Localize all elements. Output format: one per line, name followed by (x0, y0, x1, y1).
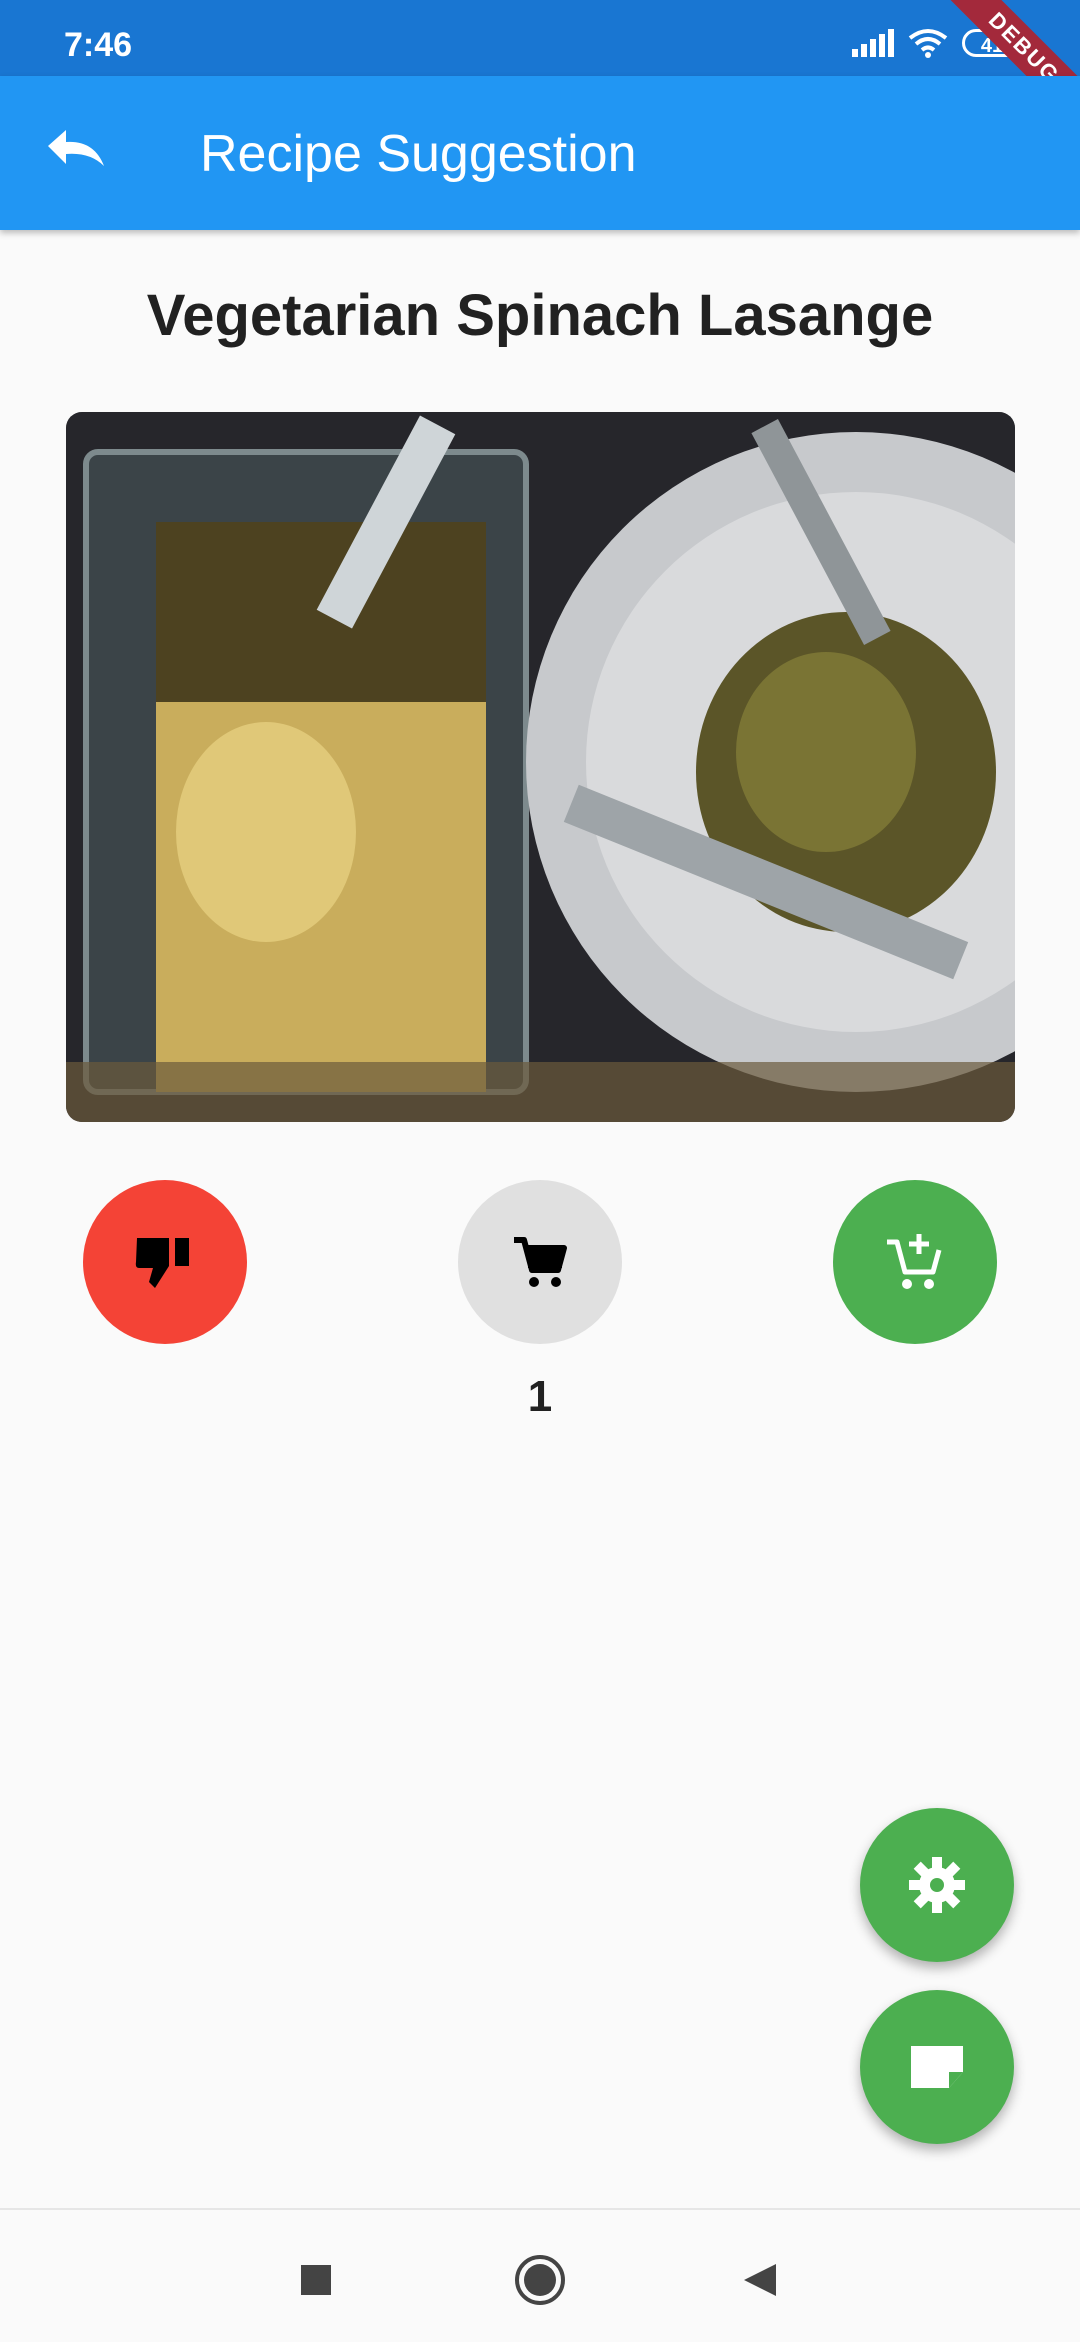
note-fab[interactable] (860, 1990, 1014, 2144)
cart-count: 1 (527, 1372, 553, 1421)
system-nav-bar (0, 2208, 1080, 2342)
triangle-back-icon (744, 2264, 776, 2296)
wifi-icon (908, 29, 948, 58)
gear-icon (909, 1857, 965, 1913)
signal-icon (852, 29, 894, 57)
recipe-image (66, 412, 1015, 1122)
dislike-button[interactable] (83, 1180, 247, 1344)
home-button[interactable] (510, 2250, 570, 2310)
back-nav-button[interactable] (730, 2250, 790, 2310)
recents-button[interactable] (286, 2250, 346, 2310)
app-title: Recipe Suggestion (200, 125, 637, 183)
settings-fab[interactable] (860, 1808, 1014, 1962)
thumb-down-icon (135, 1238, 189, 1288)
cart-button[interactable] (458, 1180, 622, 1344)
add-shopping-cart-icon (887, 1234, 942, 1289)
undo-arrow-icon (48, 130, 104, 166)
status-time: 7:46 (64, 26, 133, 64)
status-bar: 7:46 41 DEBUG (0, 0, 1080, 139)
back-button[interactable] (36, 118, 116, 188)
add-to-cart-button[interactable] (833, 1180, 997, 1344)
square-icon (301, 2265, 331, 2295)
recipe-title: Vegetarian Spinach Lasange (146, 283, 934, 348)
lasagna-photo (66, 412, 1015, 1122)
app-bar: Recipe Suggestion (0, 76, 1080, 230)
shopping-cart-icon (514, 1237, 567, 1287)
note-icon (911, 2046, 963, 2088)
circle-icon (515, 2255, 565, 2305)
